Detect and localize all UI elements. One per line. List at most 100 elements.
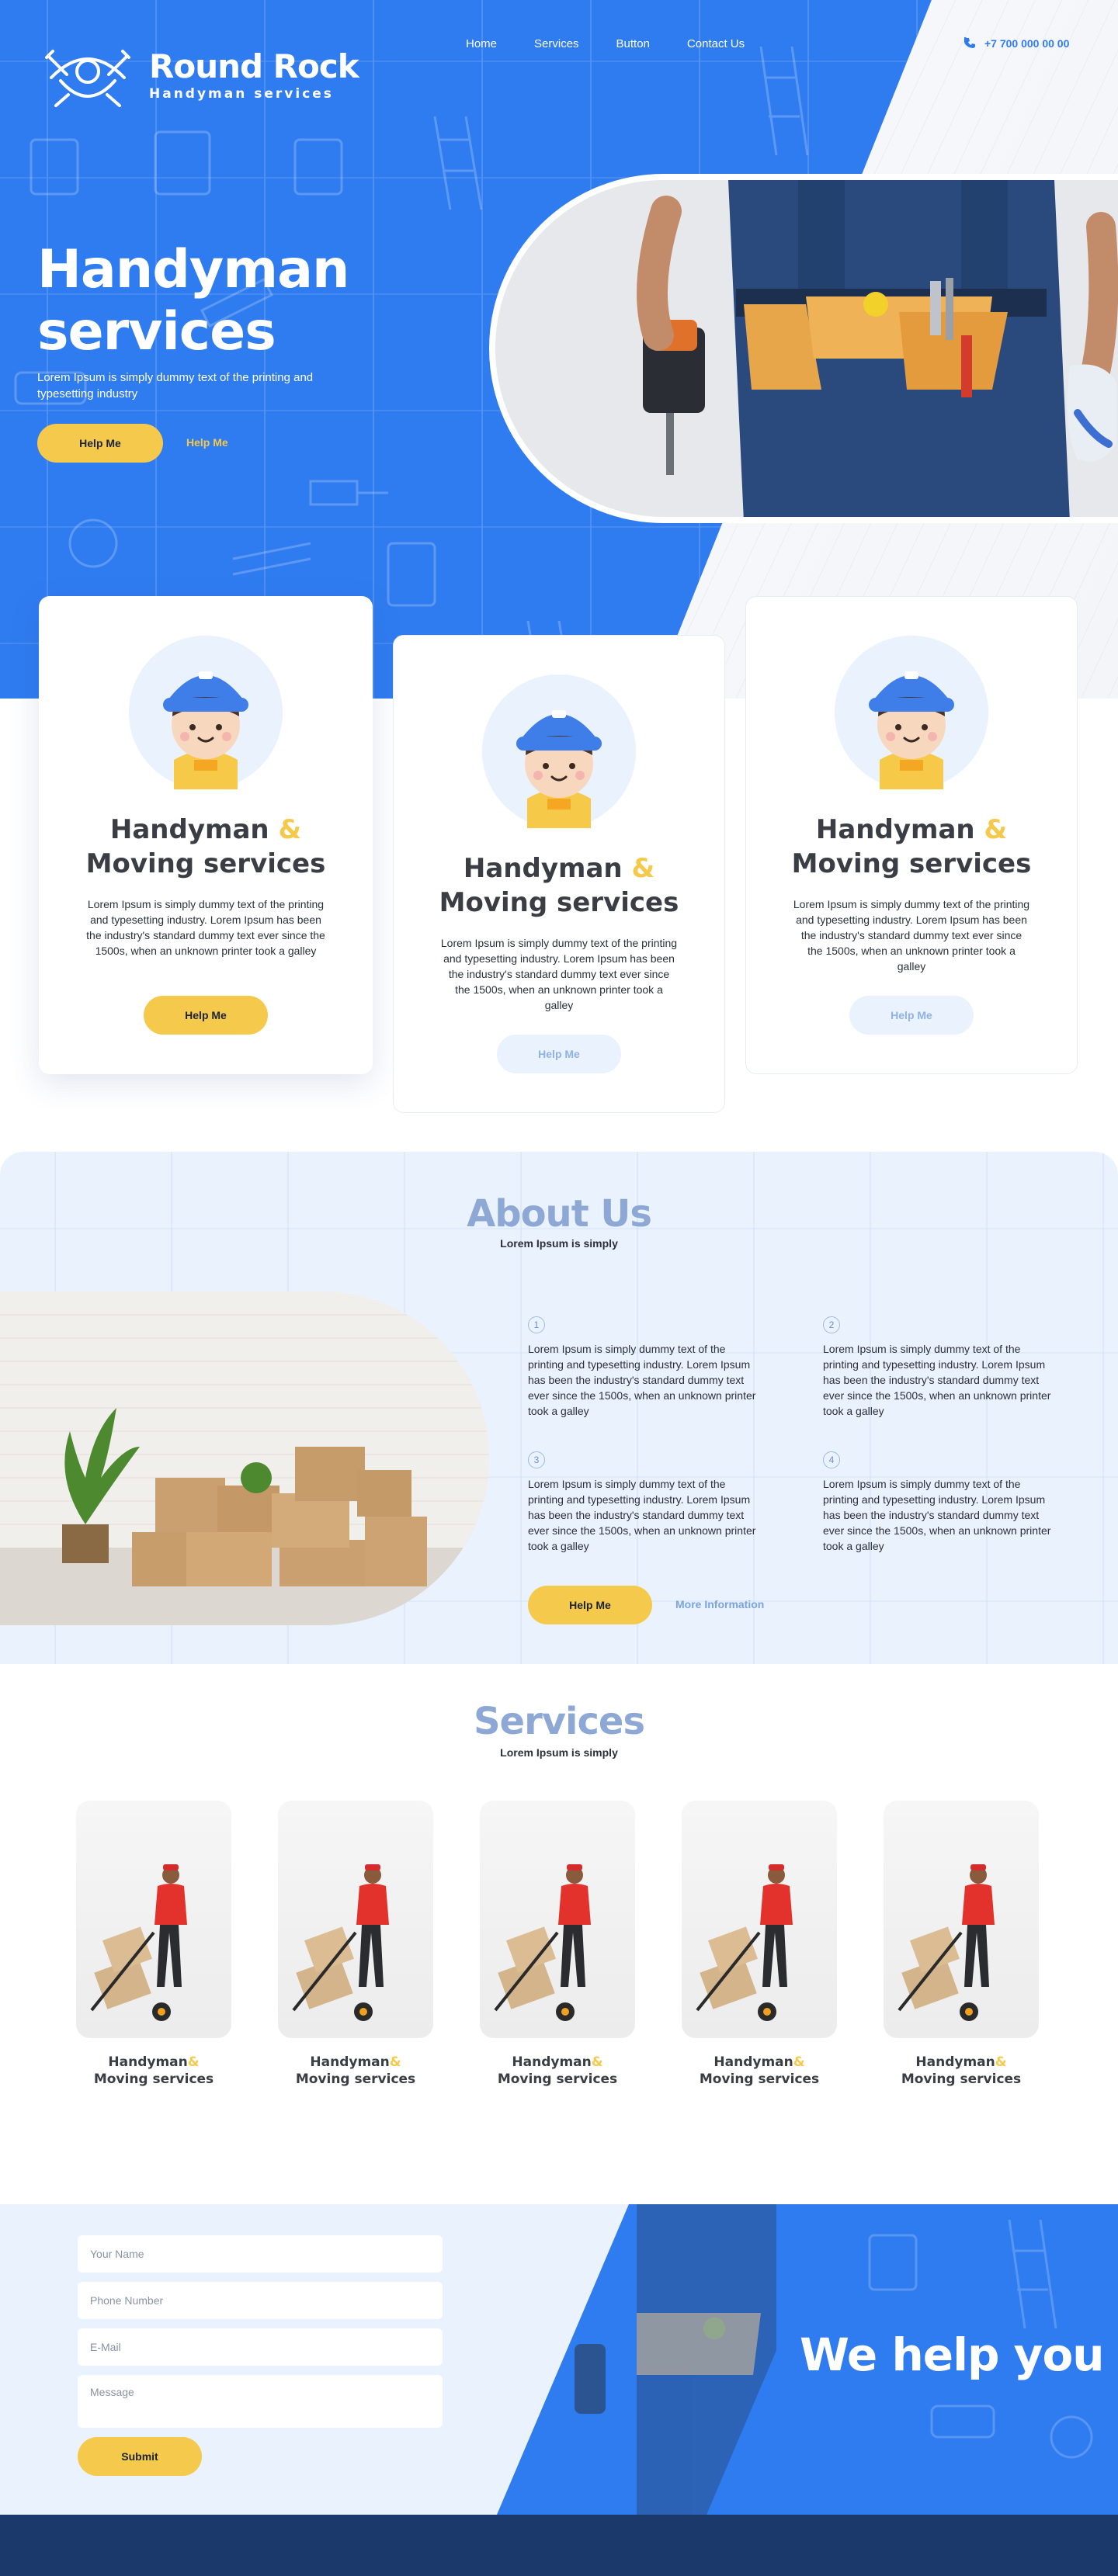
mover-illustration xyxy=(292,1864,389,2021)
hero-help-button[interactable]: Help Me xyxy=(37,424,163,463)
contact-slogan: We help you xyxy=(800,2328,1105,2381)
services-subtitle: Lorem Ipsum is simply xyxy=(500,1746,618,1759)
feature-text: Lorem Ipsum is simply dummy text of the … xyxy=(823,1478,1051,1552)
mover-with-hand-truck-photo xyxy=(76,1801,231,2038)
message-textarea[interactable]: Message xyxy=(78,2375,443,2428)
main-nav: Home Services Button Contact Us xyxy=(466,37,782,50)
nav-contact-us[interactable]: Contact Us xyxy=(687,37,745,50)
mover-with-hand-truck-photo xyxy=(682,1801,837,2038)
feature-number: 3 xyxy=(528,1451,545,1468)
feature-number: 2 xyxy=(823,1316,840,1333)
card-title-part1: Handyman xyxy=(463,853,623,884)
service-title-part1: Handyman xyxy=(512,2054,592,2070)
service-title-ampersand: & xyxy=(187,2054,200,2070)
handyman-avatar xyxy=(129,636,283,789)
service-item[interactable]: Handyman& Moving services xyxy=(278,1801,433,2088)
service-item[interactable]: Handyman& Moving services xyxy=(884,1801,1039,2088)
card-title-ampersand: & xyxy=(631,853,655,884)
brand-name: Round Rock xyxy=(149,47,359,85)
hero-subtitle: Lorem Ipsum is simply dummy text of the … xyxy=(37,371,314,400)
feature-number: 1 xyxy=(528,1316,545,1333)
card-text: Lorem Ipsum is simply dummy text of the … xyxy=(793,898,1030,973)
hero-title-line1: Handyman xyxy=(37,239,349,300)
mover-illustration xyxy=(898,1864,995,2021)
about-help-button[interactable]: Help Me xyxy=(528,1586,652,1624)
card-help-button[interactable]: Help Me xyxy=(144,996,268,1035)
service-title-ampersand: & xyxy=(389,2054,401,2070)
service-title-part2: Moving services xyxy=(93,2072,214,2087)
nav-button[interactable]: Button xyxy=(616,37,650,50)
mover-with-hand-truck-photo xyxy=(278,1801,433,2038)
email-input[interactable]: E-Mail xyxy=(78,2328,443,2366)
service-title-part2: Moving services xyxy=(699,2072,820,2087)
card-text: Lorem Ipsum is simply dummy text of the … xyxy=(86,898,325,957)
brand-logo[interactable]: Round Rock Handyman services xyxy=(37,40,359,112)
service-title-part1: Handyman xyxy=(714,2054,793,2070)
card-help-button[interactable]: Help Me xyxy=(849,996,974,1035)
service-item-title: Handyman& Moving services xyxy=(76,2054,231,2088)
header-phone[interactable]: +7 700 000 00 00 xyxy=(964,37,1069,50)
service-title-part2: Moving services xyxy=(497,2072,618,2087)
about-feature: 3 Lorem Ipsum is simply dummy text of th… xyxy=(528,1451,761,1554)
card-title-part1: Handyman xyxy=(815,814,975,845)
service-item[interactable]: Handyman& Moving services xyxy=(480,1801,635,2088)
mover-illustration xyxy=(90,1864,187,2021)
service-card: Handyman & Moving services Lorem Ipsum is… xyxy=(745,596,1078,1074)
handyman-avatar xyxy=(482,674,636,828)
phone-input[interactable]: Phone Number xyxy=(78,2282,443,2319)
service-item-title: Handyman& Moving services xyxy=(884,2054,1039,2088)
card-title-ampersand: & xyxy=(278,814,302,845)
mover-illustration xyxy=(696,1864,793,2021)
moving-boxes-illustration xyxy=(0,1291,489,1625)
hero-title-line2: services xyxy=(37,301,276,362)
nav-home[interactable]: Home xyxy=(466,37,497,50)
card-title: Handyman & Moving services xyxy=(394,851,724,920)
service-title-part2: Moving services xyxy=(901,2072,1022,2087)
feature-number: 4 xyxy=(823,1451,840,1468)
card-title: Handyman & Moving services xyxy=(746,813,1077,881)
submit-button[interactable]: Submit xyxy=(78,2437,202,2476)
services-title: Services xyxy=(473,1700,645,1743)
card-text: Lorem Ipsum is simply dummy text of the … xyxy=(440,937,678,1011)
nav-services[interactable]: Services xyxy=(534,37,579,50)
name-input[interactable]: Your Name xyxy=(78,2235,443,2273)
more-information-link[interactable]: More Information xyxy=(675,1598,764,1610)
hero-handyman-photo xyxy=(489,174,1118,523)
tools-crest-icon xyxy=(37,40,138,112)
service-title-ampersand: & xyxy=(793,2054,805,2070)
service-title-ampersand: & xyxy=(995,2054,1007,2070)
hero-help-link[interactable]: Help Me xyxy=(186,436,228,449)
feature-text: Lorem Ipsum is simply dummy text of the … xyxy=(528,1343,756,1417)
card-title-ampersand: & xyxy=(984,814,1008,845)
about-feature: 4 Lorem Ipsum is simply dummy text of th… xyxy=(823,1451,1056,1554)
service-item[interactable]: Handyman& Moving services xyxy=(76,1801,231,2088)
card-title-part2: Moving services xyxy=(439,887,679,918)
footer xyxy=(0,2515,1118,2576)
about-feature: 2 Lorem Ipsum is simply dummy text of th… xyxy=(823,1316,1056,1419)
card-title-part1: Handyman xyxy=(109,814,269,845)
handyman-tool-belt-illustration xyxy=(495,180,1118,517)
service-title-ampersand: & xyxy=(591,2054,603,2070)
moving-boxes-photo xyxy=(0,1291,489,1625)
feature-text: Lorem Ipsum is simply dummy text of the … xyxy=(823,1343,1051,1417)
card-help-button[interactable]: Help Me xyxy=(497,1035,621,1073)
feature-text: Lorem Ipsum is simply dummy text of the … xyxy=(528,1478,756,1552)
card-title: Handyman & Moving services xyxy=(40,813,372,881)
mover-with-hand-truck-photo xyxy=(884,1801,1039,2038)
service-item[interactable]: Handyman& Moving services xyxy=(682,1801,837,2088)
card-title-part2: Moving services xyxy=(85,848,326,879)
service-item-title: Handyman& Moving services xyxy=(682,2054,837,2088)
mover-illustration xyxy=(494,1864,591,2021)
service-card: Handyman & Moving services Lorem Ipsum is… xyxy=(39,596,373,1074)
service-title-part1: Handyman xyxy=(310,2054,390,2070)
about-subtitle: Lorem Ipsum is simply xyxy=(500,1237,618,1250)
handyman-avatar xyxy=(835,636,988,789)
hero-title: Handyman services xyxy=(37,239,349,363)
service-title-part2: Moving services xyxy=(295,2072,416,2087)
service-card: Handyman & Moving services Lorem Ipsum is… xyxy=(393,635,725,1113)
service-title-part1: Handyman xyxy=(108,2054,188,2070)
service-title-part1: Handyman xyxy=(915,2054,995,2070)
phone-icon xyxy=(964,37,975,48)
mover-with-hand-truck-photo xyxy=(480,1801,635,2038)
brand-tagline: Handyman services xyxy=(149,86,334,102)
